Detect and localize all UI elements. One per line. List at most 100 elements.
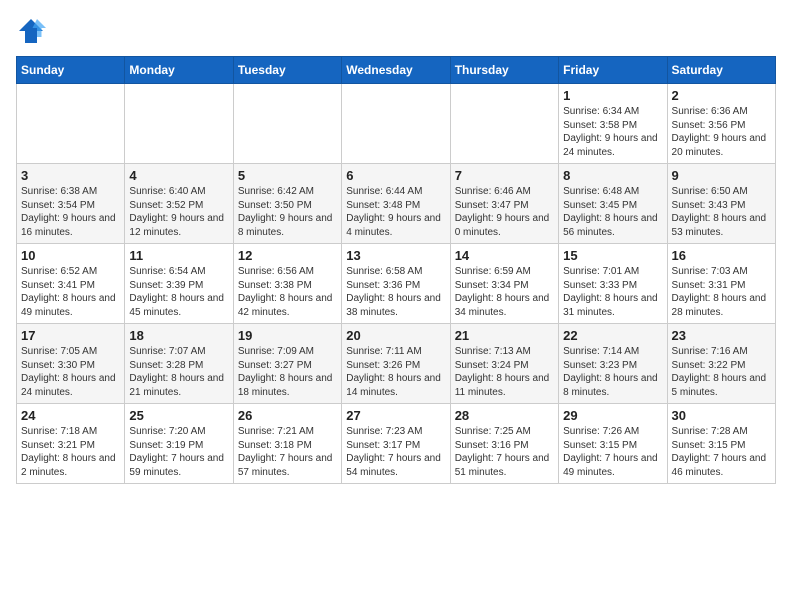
calendar-cell: 25 Sunrise: 7:20 AM Sunset: 3:19 PM Dayli… bbox=[125, 404, 233, 484]
day-info: Sunrise: 7:20 AM Sunset: 3:19 PM Dayligh… bbox=[129, 425, 228, 479]
logo-icon bbox=[16, 16, 46, 46]
day-info: Sunrise: 6:34 AM Sunset: 3:58 PM Dayligh… bbox=[563, 105, 662, 159]
day-info: Sunrise: 7:21 AM Sunset: 3:18 PM Dayligh… bbox=[238, 425, 337, 479]
calendar-cell: 16Sunrise: 7:03 AM Sunset: 3:31 PM Dayli… bbox=[667, 244, 775, 324]
day-info: Sunrise: 7:05 AM Sunset: 3:30 PM Dayligh… bbox=[21, 345, 120, 399]
day-number: 27 bbox=[346, 408, 445, 423]
weekday-header-tuesday: Tuesday bbox=[233, 57, 341, 84]
calendar-table: SundayMondayTuesdayWednesdayThursdayFrid… bbox=[16, 56, 776, 484]
day-number: 19 bbox=[238, 328, 337, 343]
day-number: 9 bbox=[672, 168, 771, 183]
calendar-cell: 23 Sunrise: 7:16 AM Sunset: 3:22 PM Dayli… bbox=[667, 324, 775, 404]
calendar-cell: 3Sunrise: 6:38 AM Sunset: 3:54 PM Daylig… bbox=[17, 164, 125, 244]
day-number: 25 bbox=[129, 408, 228, 423]
calendar-cell: 6Sunrise: 6:44 AM Sunset: 3:48 PM Daylig… bbox=[342, 164, 450, 244]
day-number: 30 bbox=[672, 408, 771, 423]
calendar-cell: 4 Sunrise: 6:40 AM Sunset: 3:52 PM Daylig… bbox=[125, 164, 233, 244]
day-info: Sunrise: 6:48 AM Sunset: 3:45 PM Dayligh… bbox=[563, 185, 662, 239]
weekday-header-sunday: Sunday bbox=[17, 57, 125, 84]
calendar-cell: 30 Sunrise: 7:28 AM Sunset: 3:15 PM Dayli… bbox=[667, 404, 775, 484]
day-info: Sunrise: 7:28 AM Sunset: 3:15 PM Dayligh… bbox=[672, 425, 771, 479]
calendar-cell: 11 Sunrise: 6:54 AM Sunset: 3:39 PM Dayli… bbox=[125, 244, 233, 324]
day-number: 15 bbox=[563, 248, 662, 263]
calendar-cell bbox=[17, 84, 125, 164]
day-info: Sunrise: 7:07 AM Sunset: 3:28 PM Dayligh… bbox=[129, 345, 228, 399]
weekday-header-wednesday: Wednesday bbox=[342, 57, 450, 84]
day-number: 12 bbox=[238, 248, 337, 263]
day-number: 21 bbox=[455, 328, 554, 343]
day-info: Sunrise: 6:42 AM Sunset: 3:50 PM Dayligh… bbox=[238, 185, 337, 239]
day-number: 23 bbox=[672, 328, 771, 343]
day-info: Sunrise: 7:09 AM Sunset: 3:27 PM Dayligh… bbox=[238, 345, 337, 399]
day-number: 7 bbox=[455, 168, 554, 183]
calendar-cell: 19 Sunrise: 7:09 AM Sunset: 3:27 PM Dayli… bbox=[233, 324, 341, 404]
calendar-cell: 10 Sunrise: 6:52 AM Sunset: 3:41 PM Dayli… bbox=[17, 244, 125, 324]
week-row-3: 10 Sunrise: 6:52 AM Sunset: 3:41 PM Dayli… bbox=[17, 244, 776, 324]
day-number: 24 bbox=[21, 408, 120, 423]
calendar-cell: 13 Sunrise: 6:58 AM Sunset: 3:36 PM Dayli… bbox=[342, 244, 450, 324]
day-info: Sunrise: 6:46 AM Sunset: 3:47 PM Dayligh… bbox=[455, 185, 554, 239]
day-number: 5 bbox=[238, 168, 337, 183]
calendar-cell: 5 Sunrise: 6:42 AM Sunset: 3:50 PM Daylig… bbox=[233, 164, 341, 244]
calendar-cell bbox=[233, 84, 341, 164]
day-number: 11 bbox=[129, 248, 228, 263]
day-info: Sunrise: 7:11 AM Sunset: 3:26 PM Dayligh… bbox=[346, 345, 445, 399]
day-info: Sunrise: 6:54 AM Sunset: 3:39 PM Dayligh… bbox=[129, 265, 228, 319]
logo bbox=[16, 16, 50, 46]
day-number: 16 bbox=[672, 248, 771, 263]
day-info: Sunrise: 6:52 AM Sunset: 3:41 PM Dayligh… bbox=[21, 265, 120, 319]
day-info: Sunrise: 6:50 AM Sunset: 3:43 PM Dayligh… bbox=[672, 185, 771, 239]
calendar-cell: 26 Sunrise: 7:21 AM Sunset: 3:18 PM Dayli… bbox=[233, 404, 341, 484]
calendar-cell: 27 Sunrise: 7:23 AM Sunset: 3:17 PM Dayli… bbox=[342, 404, 450, 484]
calendar-cell: 17 Sunrise: 7:05 AM Sunset: 3:30 PM Dayli… bbox=[17, 324, 125, 404]
day-number: 3 bbox=[21, 168, 120, 183]
day-info: Sunrise: 6:40 AM Sunset: 3:52 PM Dayligh… bbox=[129, 185, 228, 239]
day-info: Sunrise: 7:01 AM Sunset: 3:33 PM Dayligh… bbox=[563, 265, 662, 319]
week-row-4: 17 Sunrise: 7:05 AM Sunset: 3:30 PM Dayli… bbox=[17, 324, 776, 404]
day-number: 20 bbox=[346, 328, 445, 343]
day-info: Sunrise: 7:23 AM Sunset: 3:17 PM Dayligh… bbox=[346, 425, 445, 479]
day-info: Sunrise: 7:14 AM Sunset: 3:23 PM Dayligh… bbox=[563, 345, 662, 399]
calendar-cell: 12 Sunrise: 6:56 AM Sunset: 3:38 PM Dayli… bbox=[233, 244, 341, 324]
weekday-header-thursday: Thursday bbox=[450, 57, 558, 84]
weekday-header-monday: Monday bbox=[125, 57, 233, 84]
calendar-cell: 14 Sunrise: 6:59 AM Sunset: 3:34 PM Dayli… bbox=[450, 244, 558, 324]
calendar-cell bbox=[125, 84, 233, 164]
calendar-cell: 15 Sunrise: 7:01 AM Sunset: 3:33 PM Dayli… bbox=[559, 244, 667, 324]
calendar-cell: 21 Sunrise: 7:13 AM Sunset: 3:24 PM Dayli… bbox=[450, 324, 558, 404]
day-info: Sunrise: 6:58 AM Sunset: 3:36 PM Dayligh… bbox=[346, 265, 445, 319]
day-info: Sunrise: 6:59 AM Sunset: 3:34 PM Dayligh… bbox=[455, 265, 554, 319]
calendar-cell: 18Sunrise: 7:07 AM Sunset: 3:28 PM Dayli… bbox=[125, 324, 233, 404]
day-number: 29 bbox=[563, 408, 662, 423]
calendar-cell: 1 Sunrise: 6:34 AM Sunset: 3:58 PM Daylig… bbox=[559, 84, 667, 164]
week-row-5: 24 Sunrise: 7:18 AM Sunset: 3:21 PM Dayli… bbox=[17, 404, 776, 484]
day-number: 1 bbox=[563, 88, 662, 103]
day-number: 4 bbox=[129, 168, 228, 183]
calendar-cell: 20 Sunrise: 7:11 AM Sunset: 3:26 PM Dayli… bbox=[342, 324, 450, 404]
day-number: 14 bbox=[455, 248, 554, 263]
day-info: Sunrise: 7:26 AM Sunset: 3:15 PM Dayligh… bbox=[563, 425, 662, 479]
day-info: Sunrise: 6:56 AM Sunset: 3:38 PM Dayligh… bbox=[238, 265, 337, 319]
calendar-cell: 2Sunrise: 6:36 AM Sunset: 3:56 PM Daylig… bbox=[667, 84, 775, 164]
weekday-header-row: SundayMondayTuesdayWednesdayThursdayFrid… bbox=[17, 57, 776, 84]
calendar-cell: 24 Sunrise: 7:18 AM Sunset: 3:21 PM Dayli… bbox=[17, 404, 125, 484]
week-row-1: 1 Sunrise: 6:34 AM Sunset: 3:58 PM Daylig… bbox=[17, 84, 776, 164]
week-row-2: 3Sunrise: 6:38 AM Sunset: 3:54 PM Daylig… bbox=[17, 164, 776, 244]
day-info: Sunrise: 7:13 AM Sunset: 3:24 PM Dayligh… bbox=[455, 345, 554, 399]
day-info: Sunrise: 7:16 AM Sunset: 3:22 PM Dayligh… bbox=[672, 345, 771, 399]
day-number: 8 bbox=[563, 168, 662, 183]
calendar-cell: 9 Sunrise: 6:50 AM Sunset: 3:43 PM Daylig… bbox=[667, 164, 775, 244]
calendar-cell bbox=[450, 84, 558, 164]
calendar-cell: 22 Sunrise: 7:14 AM Sunset: 3:23 PM Dayli… bbox=[559, 324, 667, 404]
page-header bbox=[16, 16, 776, 46]
weekday-header-friday: Friday bbox=[559, 57, 667, 84]
day-number: 13 bbox=[346, 248, 445, 263]
day-number: 26 bbox=[238, 408, 337, 423]
weekday-header-saturday: Saturday bbox=[667, 57, 775, 84]
day-number: 17 bbox=[21, 328, 120, 343]
day-number: 22 bbox=[563, 328, 662, 343]
day-info: Sunrise: 7:18 AM Sunset: 3:21 PM Dayligh… bbox=[21, 425, 120, 479]
day-number: 10 bbox=[21, 248, 120, 263]
calendar-cell: 29 Sunrise: 7:26 AM Sunset: 3:15 PM Dayli… bbox=[559, 404, 667, 484]
calendar-cell: 7 Sunrise: 6:46 AM Sunset: 3:47 PM Daylig… bbox=[450, 164, 558, 244]
